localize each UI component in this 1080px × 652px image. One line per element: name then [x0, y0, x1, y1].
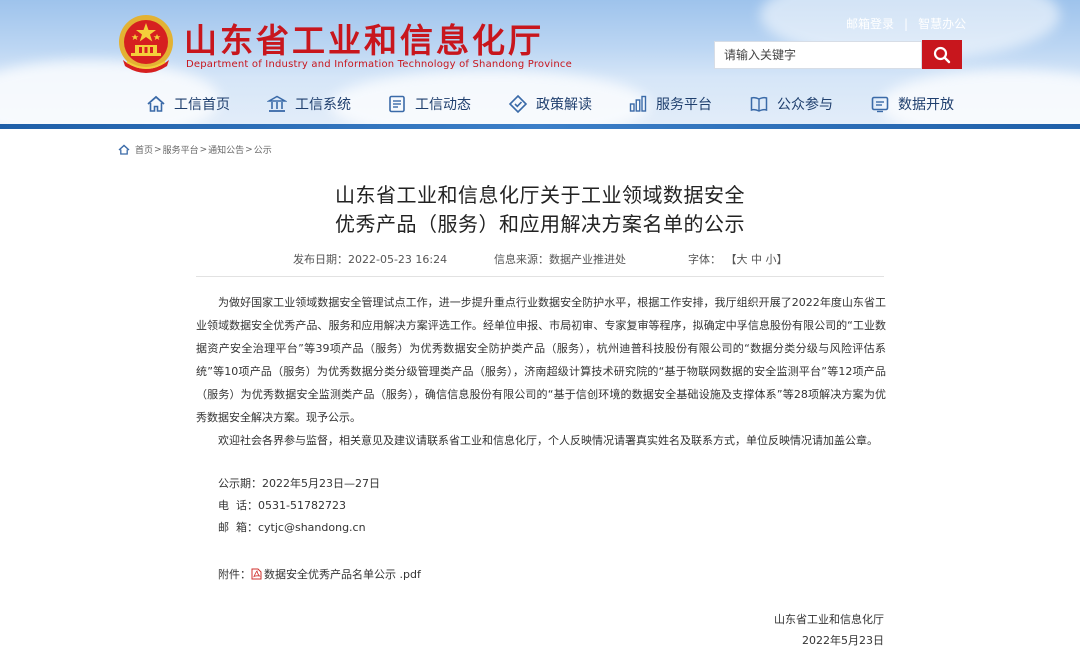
nav-item-service[interactable]: 服务平台 [628, 88, 712, 120]
attachment-link[interactable]: 数据安全优秀产品名单公示 .pdf [251, 566, 421, 582]
font-medium-button[interactable]: 中 [751, 253, 762, 266]
signature: 山东省工业和信息化厅 [774, 613, 884, 626]
article-paragraph: 为做好国家工业领域数据安全管理试点工作，进一步提升重点行业数据安全防护水平，根据… [196, 296, 886, 424]
nav-label: 工信首页 [174, 97, 230, 113]
bracket-close: 】 [776, 253, 788, 266]
site-header: 山东省工业和信息化厅 Department of Industry and In… [0, 0, 1080, 126]
site-subtitle: Department of Industry and Information T… [186, 59, 572, 70]
main-nav: 工信首页 工信系统 工信动态 政策解读 服务平台 公众参与 数据开放 [0, 88, 1080, 120]
breadcrumb-separator: > [154, 144, 162, 155]
breadcrumb-item-notice[interactable]: 通知公告 [208, 143, 244, 156]
font-small-button[interactable]: 小 [766, 253, 777, 266]
nav-item-news[interactable]: 工信动态 [387, 88, 471, 120]
contact-email: 邮 箱：cytjc@shandong.cn [218, 521, 366, 534]
nav-label: 政策解读 [536, 97, 592, 113]
info-source-value: 数据产业推进处 [549, 253, 626, 266]
building-icon [267, 95, 287, 112]
publicity-period: 公示期：2022年5月23日—27日 [218, 477, 380, 490]
search-input[interactable] [714, 41, 922, 69]
font-large-button[interactable]: 大 [737, 253, 748, 266]
nav-item-home[interactable]: 工信首页 [146, 88, 230, 120]
publish-date: 发布日期：2022-05-23 16:24 [293, 251, 447, 267]
contact-phone: 电 话：0531-51782723 [218, 499, 346, 512]
home-icon [147, 95, 165, 112]
top-links: 邮箱登录 | 智慧办公 [846, 15, 966, 32]
breadcrumb-item-home[interactable]: 首页 [135, 143, 153, 156]
service-icon [629, 95, 647, 112]
mail-login-link[interactable]: 邮箱登录 [846, 17, 894, 31]
book-icon [750, 96, 768, 112]
article-paragraph: 欢迎社会各界参与监督，相关意见及建议请联系省工业和信息化厅，个人反映情况请署真实… [218, 434, 878, 447]
smart-office-link[interactable]: 智慧办公 [918, 17, 966, 31]
nav-item-policy[interactable]: 政策解读 [508, 88, 592, 120]
info-source: 信息来源：数据产业推进处 [494, 251, 626, 267]
news-icon [389, 95, 405, 113]
signature-date: 2022年5月23日 [802, 634, 884, 647]
font-size-label: 字体： [688, 253, 721, 266]
attachment-row: 附件： 数据安全优秀产品名单公示 .pdf [218, 566, 421, 582]
divider: | [904, 17, 909, 31]
font-size-control: 字体： 【大 中 小】 [688, 251, 788, 267]
breadcrumb: 首页 > 服务平台 > 通知公告 > 公示 [118, 143, 272, 156]
article-title-line-1: 山东省工业和信息化厅关于工业领域数据安全 [335, 183, 745, 207]
breadcrumb-item-publicity[interactable]: 公示 [254, 143, 272, 156]
nav-label: 工信系统 [295, 97, 351, 113]
info-source-label: 信息来源： [494, 253, 549, 266]
nav-item-participation[interactable]: 公众参与 [749, 88, 833, 120]
article-body: 为做好国家工业领域数据安全管理试点工作，进一步提升重点行业数据安全防护水平，根据… [196, 291, 886, 452]
nav-label: 公众参与 [777, 97, 833, 113]
breadcrumb-separator: > [245, 144, 253, 155]
nav-label: 服务平台 [656, 97, 712, 113]
publish-date-label: 发布日期： [293, 253, 348, 266]
nav-item-system[interactable]: 工信系统 [267, 88, 351, 120]
search-icon [933, 46, 951, 63]
attachment-name: 数据安全优秀产品名单公示 .pdf [264, 568, 421, 581]
home-icon [118, 144, 130, 155]
meta-divider [196, 276, 884, 277]
policy-icon [508, 94, 528, 114]
breadcrumb-item-service[interactable]: 服务平台 [163, 143, 199, 156]
header-bottom-stripe [0, 124, 1080, 129]
article-title-line-2: 优秀产品（服务）和应用解决方案名单的公示 [335, 212, 745, 236]
site-title: 山东省工业和信息化厅 [184, 21, 544, 60]
data-icon [871, 96, 889, 113]
publish-date-value: 2022-05-23 16:24 [348, 253, 448, 266]
nav-label: 数据开放 [898, 97, 954, 113]
pdf-icon [251, 568, 262, 580]
national-emblem-icon [119, 15, 173, 73]
breadcrumb-separator: > [199, 144, 208, 155]
nav-label: 工信动态 [415, 97, 471, 113]
search-button[interactable] [922, 40, 962, 69]
attachment-label: 附件： [218, 568, 251, 581]
nav-item-open-data[interactable]: 数据开放 [870, 88, 954, 120]
